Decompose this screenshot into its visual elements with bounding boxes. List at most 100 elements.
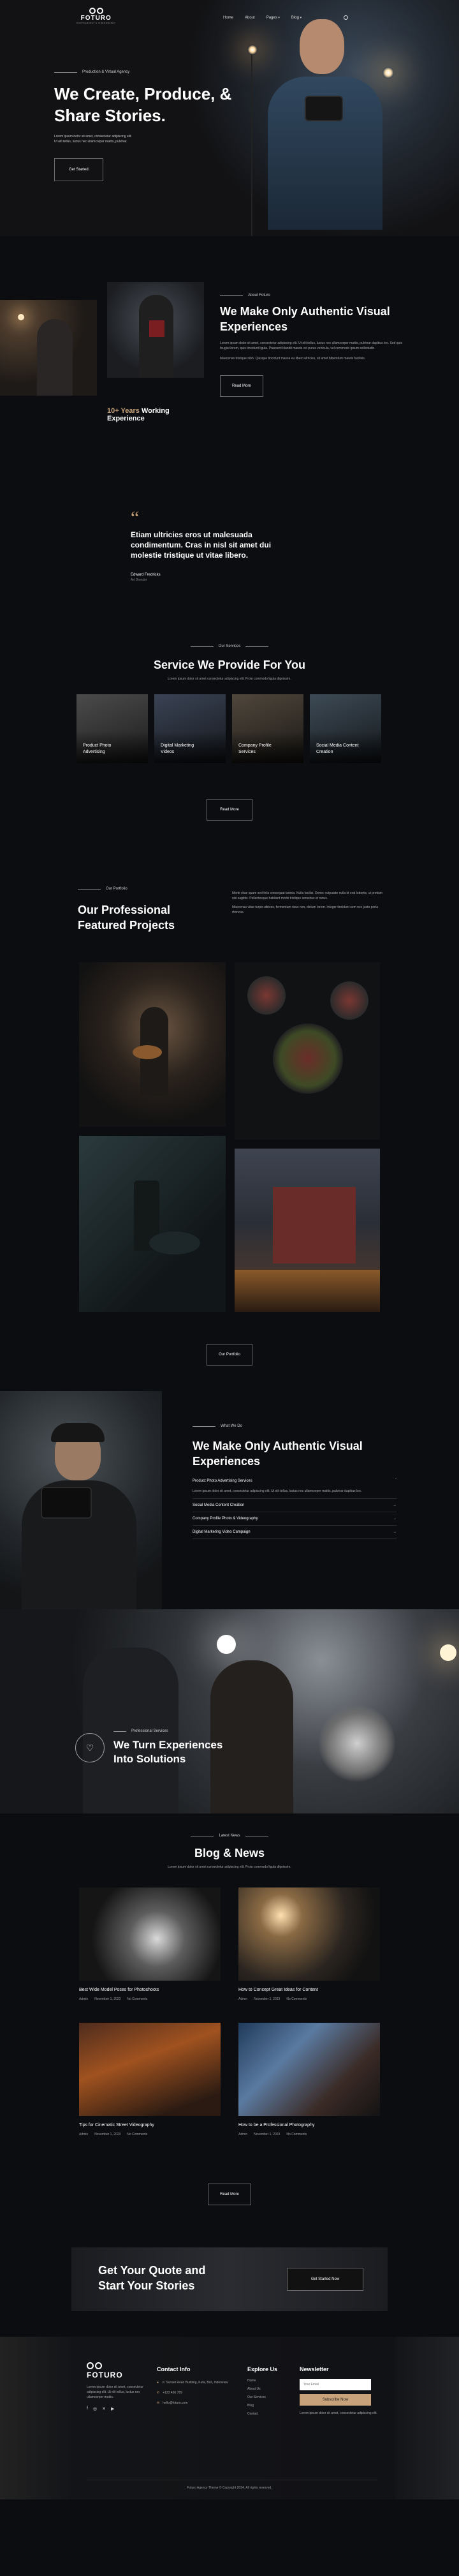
- studio-light-right: [382, 67, 394, 78]
- instagram-icon[interactable]: ◎: [93, 2406, 97, 2411]
- quote-line1: Etiam ultricies eros ut malesuada: [131, 530, 252, 539]
- studio-light-icon: [217, 1635, 236, 1654]
- years-experience: 10+ Years Working Experience: [107, 407, 170, 422]
- blog-card-image: [238, 2023, 380, 2116]
- get-started-button[interactable]: Get Started: [54, 158, 103, 181]
- blog-card[interactable]: How to be a Professional Photography Adm…: [238, 2023, 380, 2136]
- footer-link-contact[interactable]: Contact: [247, 2412, 292, 2416]
- whatwedo-item[interactable]: Product Photo Advertising Services ˆ Lore…: [193, 1479, 397, 1499]
- about-read-more-button[interactable]: Read More: [220, 375, 263, 397]
- about-title-line1: We Make Only Authentic Visual: [220, 305, 390, 318]
- service-card-title: Digital Marketing: [161, 743, 194, 748]
- main-nav: Home About Pages ▾ Blog ▾: [223, 15, 349, 20]
- whatwedo-item[interactable]: Digital Marketing Video Campaign →: [193, 1526, 397, 1539]
- facebook-icon[interactable]: f: [87, 2406, 88, 2411]
- social-links: f ◎ ✕ ▶: [87, 2406, 150, 2411]
- logo-mark-icon: [89, 8, 103, 14]
- services-read-more-button[interactable]: Read More: [207, 799, 252, 821]
- quote-line3: molestie tristique ut vitae libero.: [131, 551, 249, 560]
- studio-light-left: [247, 45, 258, 55]
- subscribe-button[interactable]: Subscribe Now: [300, 2394, 371, 2406]
- about-photo-1: [0, 300, 97, 396]
- blog-card-author: Admin: [238, 1997, 248, 2001]
- years-text-line2: Experience: [107, 415, 145, 422]
- nav-item-pages[interactable]: Pages ▾: [266, 16, 280, 20]
- portfolio-item[interactable]: [79, 962, 226, 1127]
- whatwedo-item-title: Product Photo Advertising Services: [193, 1479, 252, 1483]
- hero-eyebrow-text: Production & Virtual Agency: [82, 70, 130, 74]
- logo[interactable]: FOTURO PHOTOGRAPHY & VIDEOGRAPHY: [76, 8, 115, 24]
- cta-box: Get Your Quote and Start Your Stories Ge…: [71, 2247, 388, 2311]
- heart-icon[interactable]: ♡: [75, 1733, 105, 1762]
- footer-link-services[interactable]: Our Services: [247, 2395, 292, 2399]
- footer-link-home[interactable]: Home: [247, 2379, 292, 2383]
- about-eyebrow-text: About Foturo: [248, 294, 270, 297]
- portfolio-eyebrow-text: Our Portfolio: [106, 887, 127, 891]
- nav-item-about[interactable]: About: [245, 16, 255, 20]
- studio-light-icon: [18, 314, 24, 320]
- arrow-right-icon: →: [393, 1530, 397, 1534]
- blog-card-title: How to be a Professional Photography: [238, 2123, 315, 2127]
- portfolio-title-line2: Featured Projects: [78, 919, 175, 932]
- newsletter-email-input[interactable]: [300, 2379, 371, 2390]
- blog-card[interactable]: Best Wide Model Poses for Photoshoots Ad…: [79, 1887, 221, 2001]
- services-section: Our Services Service We Provide For You …: [0, 632, 459, 874]
- service-card-subtitle: Videos: [161, 750, 175, 754]
- banner-person-2: [210, 1660, 293, 1813]
- twitter-icon[interactable]: ✕: [102, 2406, 106, 2411]
- blog-eyebrow: Latest News: [0, 1834, 459, 1838]
- blog-card-title: Tips for Cinematic Street Videography: [79, 2123, 154, 2127]
- service-card[interactable]: Social Media Content Creation: [310, 694, 381, 763]
- nav-item-blog[interactable]: Blog ▾: [291, 16, 302, 20]
- portfolio-item[interactable]: [235, 962, 380, 1140]
- cta-get-started-button[interactable]: Get Started Now: [287, 2268, 363, 2291]
- arrow-right-icon: →: [393, 1503, 397, 1507]
- logo-tagline: PHOTOGRAPHY & VIDEOGRAPHY: [76, 22, 116, 24]
- hero-text-line1: Lorem ipsum dolor sit amet, consectetur …: [54, 135, 132, 138]
- solutions-banner: ♡ Professional Services We Turn Experien…: [0, 1609, 459, 1813]
- footer-phone-text: +123 456 789: [163, 2391, 182, 2395]
- services-grid: Product Photo Advertising Digital Marketi…: [76, 694, 382, 763]
- footer-link-about[interactable]: About Us: [247, 2387, 292, 2391]
- blog-read-more-button[interactable]: Read More: [208, 2184, 251, 2205]
- banner-title: We Turn Experiences Into Solutions: [113, 1738, 222, 1766]
- quote-author: Edward Fredricks: [131, 573, 161, 577]
- whatwedo-item[interactable]: Company Profile Photo & Videography →: [193, 1512, 397, 1526]
- our-portfolio-button[interactable]: Our Portfolio: [207, 1344, 252, 1366]
- service-card[interactable]: Company Profile Services: [232, 694, 303, 763]
- blog-card[interactable]: How to Concept Great Ideas for Content A…: [238, 1887, 380, 2001]
- footer-link-blog[interactable]: Blog: [247, 2404, 292, 2408]
- footer-email[interactable]: ✉ hello@foturo.com: [157, 2401, 233, 2406]
- quote-line2: condimentum. Cras in nisl sit amet dui: [131, 540, 272, 549]
- footer-phone[interactable]: ✆ +123 456 789: [157, 2390, 233, 2395]
- hero-title: We Create, Produce, & Share Stories.: [54, 83, 258, 126]
- portfolio-title: Our Professional Featured Projects: [78, 902, 231, 933]
- portfolio-item[interactable]: [79, 1136, 226, 1312]
- blog-card-image: [79, 2023, 221, 2116]
- portfolio-item[interactable]: [235, 1149, 380, 1312]
- blog-card-comments: No Comments: [127, 1997, 148, 2001]
- hero-text: Lorem ipsum dolor sit amet, consectetur …: [54, 134, 258, 144]
- location-icon: ●: [157, 2381, 159, 2385]
- service-card[interactable]: Product Photo Advertising: [76, 694, 148, 763]
- youtube-icon[interactable]: ▶: [111, 2406, 114, 2411]
- search-icon[interactable]: [344, 15, 349, 20]
- services-eyebrow: Our Services: [0, 644, 459, 648]
- blog-card-meta: Admin November 1, 2023 No Comments: [79, 2133, 221, 2136]
- food-plate: [330, 981, 368, 1020]
- blog-card-comments: No Comments: [286, 1997, 307, 2001]
- service-card[interactable]: Digital Marketing Videos: [154, 694, 226, 763]
- banner-eyebrow: Professional Services: [113, 1729, 222, 1733]
- footer-logo[interactable]: FOTURO: [87, 2362, 150, 2379]
- about-photo-2-strap: [149, 320, 164, 337]
- cta-title-line1: Get Your Quote and: [98, 2264, 206, 2277]
- service-card-subtitle: Services: [238, 750, 256, 754]
- blog-card-comments: No Comments: [286, 2133, 307, 2136]
- whatwedo-eyebrow-text: What We Do: [221, 1424, 242, 1428]
- nav-item-home[interactable]: Home: [223, 16, 233, 20]
- about-photo-1-person: [37, 319, 73, 396]
- blog-card[interactable]: Tips for Cinematic Street Videography Ad…: [79, 2023, 221, 2136]
- whatwedo-item[interactable]: Social Media Content Creation →: [193, 1499, 397, 1512]
- whatwedo-item-desc: Lorem ipsum dolor sit amet, consectetur …: [193, 1489, 362, 1493]
- blog-subtitle: Lorem ipsum dolor sit amet consectetur a…: [168, 1865, 291, 1869]
